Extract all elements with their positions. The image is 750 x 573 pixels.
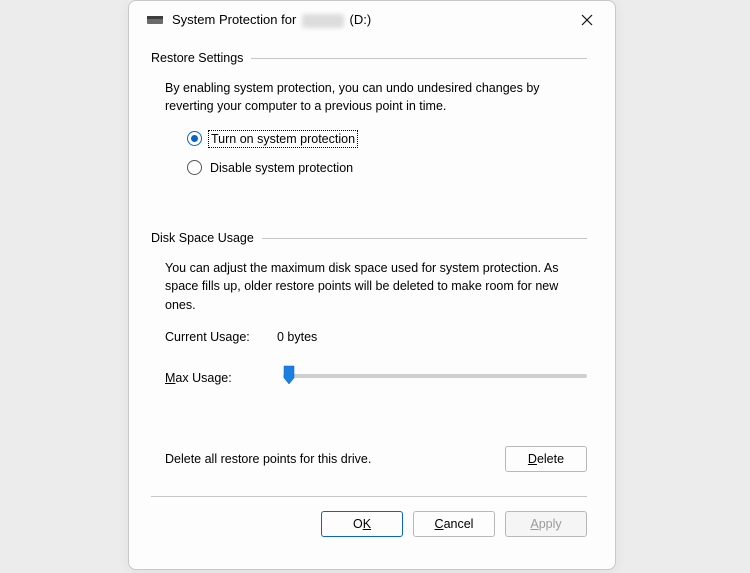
restore-settings-label: Restore Settings [151,51,251,65]
radio-indicator [187,160,202,175]
dialog-title: System Protection for (D:) [172,12,371,28]
current-usage-value: 0 bytes [277,330,317,344]
radio-turn-on-protection[interactable]: Turn on system protection [187,131,587,146]
restore-settings-description: By enabling system protection, you can u… [165,79,581,115]
drive-icon [147,15,163,25]
radio-indicator [187,131,202,146]
current-usage-label: Current Usage: [165,330,277,344]
radio-disable-protection[interactable]: Disable system protection [187,160,587,175]
disk-space-usage-header: Disk Space Usage [151,231,587,245]
apply-button[interactable]: Apply [505,511,587,537]
radio-label: Turn on system protection [210,132,356,146]
max-usage-slider[interactable] [283,366,587,390]
ok-button[interactable]: OK [321,511,403,537]
close-icon [581,14,593,26]
protection-radio-group: Turn on system protection Disable system… [187,131,587,175]
titlebar: System Protection for (D:) [129,1,615,39]
slider-thumb[interactable] [283,365,295,383]
delete-button[interactable]: Delete [505,446,587,472]
system-protection-dialog: System Protection for (D:) Restore Setti… [128,0,616,570]
dialog-footer: OK Cancel Apply [129,497,615,537]
divider [262,238,587,239]
max-usage-row: Max Usage: [165,366,587,390]
cancel-button[interactable]: Cancel [413,511,495,537]
current-usage-row: Current Usage: 0 bytes [165,330,587,344]
restore-settings-header: Restore Settings [151,51,587,65]
radio-label: Disable system protection [210,161,353,175]
delete-row: Delete all restore points for this drive… [165,446,587,472]
delete-description: Delete all restore points for this drive… [165,452,505,466]
disk-usage-description: You can adjust the maximum disk space us… [165,259,581,313]
close-button[interactable] [565,5,609,35]
drive-name-redacted [302,14,344,28]
disk-space-usage-label: Disk Space Usage [151,231,262,245]
max-usage-label: Max Usage: [165,371,283,385]
slider-track [283,374,587,378]
divider [251,58,587,59]
